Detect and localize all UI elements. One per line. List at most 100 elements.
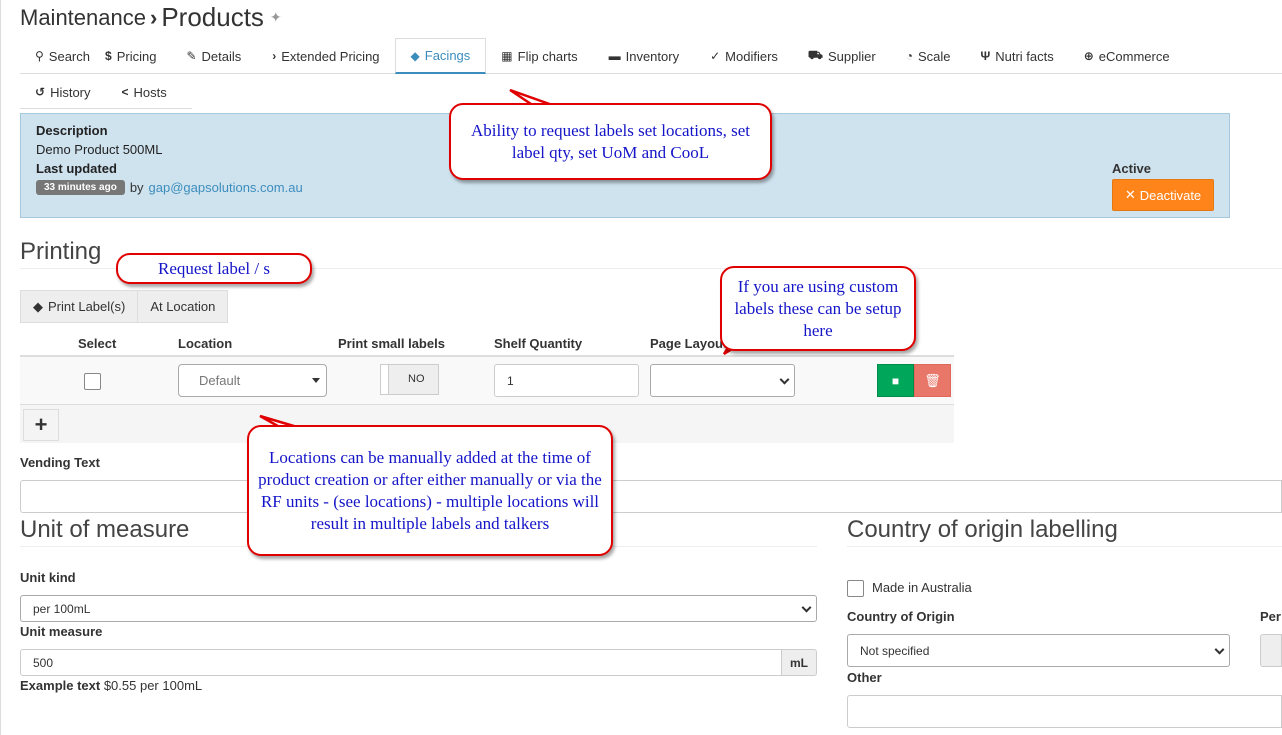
tab-scale[interactable]: ◔ Scale: [891, 38, 966, 74]
example-text-label: Example text: [20, 678, 101, 693]
dollar-icon: $: [105, 49, 112, 63]
tags-icon: ◆: [410, 48, 420, 63]
tab-pricing[interactable]: $ Pricing: [105, 38, 171, 74]
col-print-small-labels: Print small labels: [338, 336, 445, 351]
trash-icon: 🗑: [924, 372, 941, 388]
tab-details[interactable]: ✎ Details: [171, 38, 256, 74]
tab-bar-secondary: ↺ History < Hosts: [20, 74, 192, 109]
tab-supplier[interactable]: ⛟ Supplier: [793, 38, 891, 74]
other-input[interactable]: [847, 695, 1282, 728]
tab-modifiers[interactable]: ✓ Modifiers: [694, 38, 793, 74]
last-updated-line: 33 minutes ago by gap@gapsolutions.com.a…: [36, 180, 303, 195]
tab-search[interactable]: ⚲ Search: [20, 38, 105, 74]
col-location: Location: [178, 336, 233, 351]
utensils-icon: Ψ: [980, 49, 991, 63]
vending-text-label: Vending Text: [20, 455, 100, 470]
caret-down-icon: [312, 378, 320, 383]
tab-label: Extended Pricing: [281, 48, 380, 64]
tab-label: Scale: [917, 48, 951, 64]
breadcrumb-separator: ›: [149, 4, 158, 30]
tab-label: Flip charts: [517, 48, 578, 64]
chevron-down-icon: [801, 602, 812, 613]
toggle-label: NO: [408, 373, 425, 385]
tab-label: Supplier: [828, 48, 876, 64]
grid-icon: ▦: [501, 49, 513, 63]
tab-inventory[interactable]: ▬ Inventory: [593, 38, 694, 74]
breadcrumb: Maintenance › Products ✦: [20, 2, 282, 33]
location-value: Default: [199, 373, 241, 388]
pin-icon[interactable]: ✦: [270, 9, 282, 26]
user-link[interactable]: gap@gapsolutions.com.au: [149, 180, 303, 195]
breadcrumb-parent[interactable]: Maintenance: [20, 5, 146, 31]
inventory-icon: ▬: [608, 49, 621, 63]
last-updated-label: Last updated: [36, 161, 117, 176]
col-shelf-quantity: Shelf Quantity: [494, 336, 583, 351]
tab-history[interactable]: ↺ History: [20, 74, 106, 110]
tab-nutri-facts[interactable]: Ψ Nutri facts: [966, 38, 1069, 74]
unit-addon: mL: [781, 649, 817, 676]
share-icon: <: [121, 85, 129, 99]
per-label: Per: [1260, 609, 1281, 624]
save-icon: ■: [891, 373, 900, 388]
description-label: Description: [36, 123, 108, 138]
example-text: Example text $0.55 per 100mL: [20, 678, 202, 693]
other-label: Other: [847, 670, 882, 685]
chevron-down-icon: [1214, 644, 1225, 655]
description-value: Demo Product 500ML: [36, 142, 163, 157]
page-layout-select[interactable]: [650, 364, 795, 397]
tab-label: Nutri facts: [995, 48, 1054, 64]
made-in-australia-checkbox[interactable]: [847, 580, 864, 597]
print-labels-label: Print Label(s): [48, 299, 126, 314]
vending-text-input[interactable]: [20, 480, 1282, 513]
close-icon: ✕: [1124, 187, 1136, 202]
toggle-knob: [381, 365, 389, 394]
tab-extended-pricing[interactable]: › Extended Pricing: [256, 38, 394, 74]
per-select[interactable]: [1260, 634, 1282, 667]
tab-label: Pricing: [116, 48, 157, 64]
tab-flip-charts[interactable]: ▦ Flip charts: [486, 38, 592, 74]
tab-label: eCommerce: [1098, 48, 1170, 64]
delete-button[interactable]: 🗑: [914, 364, 951, 397]
shelf-quantity-input[interactable]: 1: [494, 364, 639, 397]
left-edge: [0, 0, 4, 735]
small-labels-toggle[interactable]: NO: [380, 364, 439, 395]
tags-icon: ◆: [33, 298, 43, 314]
table-row: Default NO 1 ■ 🗑: [20, 357, 954, 405]
tab-facings[interactable]: ◆ Facings: [394, 38, 487, 74]
unit-measure-input[interactable]: 500: [20, 649, 782, 676]
tab-label: Facings: [424, 48, 471, 63]
callout-locations: Locations can be manually added at the t…: [247, 425, 613, 556]
save-button[interactable]: ■: [877, 364, 914, 397]
select-checkbox[interactable]: [84, 373, 101, 390]
tab-bar: ⚲ Search $ Pricing ✎ Details › Extended Pric…: [20, 38, 1282, 74]
country-of-origin-value: Not specified: [860, 643, 930, 658]
add-location-button[interactable]: +: [23, 409, 59, 441]
example-text-value: $0.55 per 100mL: [103, 678, 203, 693]
tab-label: Details: [201, 48, 242, 64]
deactivate-button[interactable]: ✕ Deactivate: [1112, 179, 1214, 211]
location-select[interactable]: Default: [178, 364, 327, 397]
country-of-origin-select[interactable]: Not specified: [847, 634, 1230, 667]
unit-measure-label: Unit measure: [20, 624, 103, 639]
unit-kind-select[interactable]: per 100mL: [20, 595, 817, 622]
truck-icon: ⛟: [807, 48, 824, 62]
at-location-label: At Location: [150, 299, 216, 314]
made-in-australia-label: Made in Australia: [872, 580, 972, 595]
history-icon: ↺: [35, 85, 46, 99]
tab-label: Inventory: [625, 48, 680, 64]
chevron-down-icon: [779, 374, 790, 385]
tab-ecommerce[interactable]: ⊕ eCommerce: [1069, 38, 1185, 74]
edit-icon: ✎: [186, 49, 197, 63]
check-circle-icon: ✓: [710, 49, 721, 63]
tab-hosts[interactable]: < Hosts: [106, 74, 182, 110]
uom-title: Unit of measure: [20, 516, 190, 543]
unit-kind-label: Unit kind: [20, 570, 76, 585]
cool-divider: [847, 546, 1282, 547]
time-badge: 33 minutes ago: [36, 180, 125, 195]
col-select: Select: [78, 336, 117, 351]
by-text: by: [129, 180, 144, 195]
page-title: Products: [161, 2, 264, 32]
printing-title: Printing: [20, 238, 102, 265]
tab-label: Search: [48, 48, 90, 64]
tab-label: Hosts: [133, 84, 167, 100]
